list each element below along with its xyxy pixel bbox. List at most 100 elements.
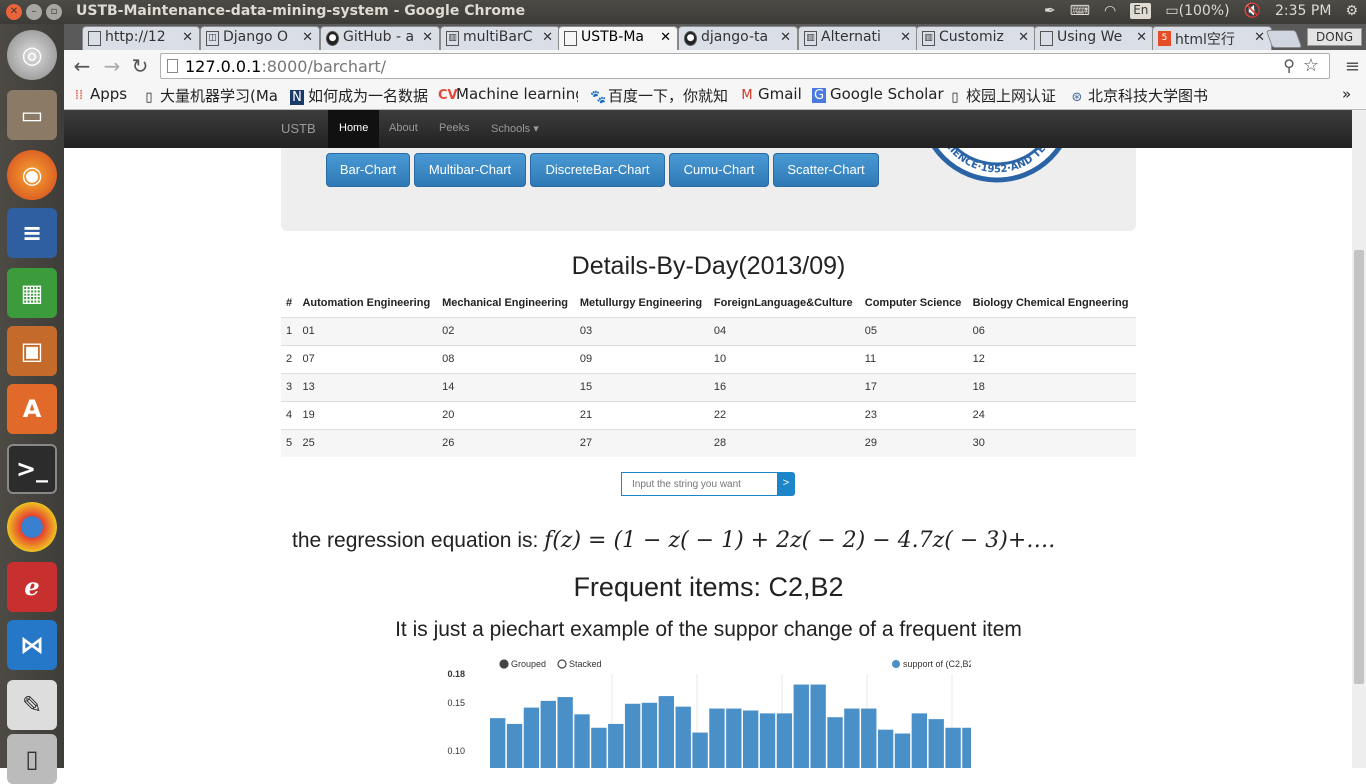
nav-home[interactable]: Home <box>328 110 380 148</box>
bookmark[interactable]: ⊛ 北京科技大学图书 <box>1070 85 1220 106</box>
bar[interactable] <box>675 706 691 768</box>
tab[interactable]: ▥ multiBarC ✕ <box>440 26 560 50</box>
tab-close-icon[interactable]: ✕ <box>1018 30 1029 45</box>
bookmark[interactable]: CVMachine learning <box>438 85 578 103</box>
tab[interactable]: ▥ Customiz ✕ <box>916 26 1036 50</box>
tab[interactable]: ◫ Django O ✕ <box>200 26 320 50</box>
bookmark[interactable]: G Google Scholar <box>812 85 944 103</box>
firefox-icon[interactable]: ◉ <box>7 150 57 200</box>
bar[interactable] <box>709 708 725 768</box>
tab-close-icon[interactable]: ✕ <box>542 30 553 45</box>
bar[interactable] <box>490 718 506 768</box>
bar[interactable] <box>759 713 776 768</box>
trash-icon[interactable]: ▯ <box>7 734 57 784</box>
pdf-reader-icon[interactable]: ℯ <box>7 562 57 612</box>
stacked-control-label[interactable]: Stacked <box>569 659 602 669</box>
grouped-control-label[interactable]: Grouped <box>511 659 546 669</box>
bookmark[interactable]: ▯ 校园上网认证 <box>948 85 1056 106</box>
menu-icon[interactable]: ≡ <box>1345 56 1360 77</box>
new-tab-button[interactable] <box>1265 30 1303 48</box>
navbar-brand[interactable]: USTB <box>281 121 316 136</box>
search-input[interactable] <box>621 472 778 496</box>
tab[interactable]: 5 html空行 ✕ <box>1152 26 1272 50</box>
bookmark[interactable]: ▯ 大量机器学习(Ma <box>142 85 278 106</box>
bar[interactable] <box>608 723 624 768</box>
files-icon[interactable]: ▭ <box>7 90 57 140</box>
stacked-radio-icon[interactable] <box>557 659 567 669</box>
bar[interactable] <box>658 696 675 768</box>
bar[interactable] <box>827 717 843 768</box>
bar[interactable] <box>776 713 793 768</box>
legend-label[interactable]: support of (C2,B2) <box>903 659 971 669</box>
tab-close-icon[interactable]: ✕ <box>660 30 671 45</box>
legend-swatch[interactable] <box>892 660 900 668</box>
tab-close-icon[interactable]: ✕ <box>1136 30 1147 45</box>
bar[interactable] <box>557 697 573 768</box>
vscode-icon[interactable]: ⋈ <box>7 620 57 670</box>
bar-chart-button[interactable]: Bar-Chart <box>326 153 410 187</box>
bookmarks-overflow-icon[interactable]: » <box>1342 85 1351 103</box>
tab-close-icon[interactable]: ✕ <box>1254 30 1265 45</box>
ubuntu-dash-icon[interactable]: ◎ <box>7 30 57 80</box>
reload-icon[interactable]: ↻ <box>126 54 154 78</box>
language-indicator[interactable]: En <box>1130 3 1152 19</box>
minimize-window-icon[interactable]: – <box>26 4 42 20</box>
tab[interactable]: ● django-ta ✕ <box>678 26 798 50</box>
tab-active[interactable]: USTB-Ma ✕ <box>558 26 678 50</box>
tab[interactable]: Using We ✕ <box>1034 26 1154 50</box>
search-submit-button[interactable]: > <box>777 472 795 496</box>
calc-icon[interactable]: ▦ <box>7 268 57 318</box>
bookmark[interactable]: 🐾 百度一下，你就知 <box>590 85 728 106</box>
settings-gear-icon[interactable]: ⚙ <box>1345 3 1358 19</box>
volume-icon[interactable]: 🔇 <box>1244 3 1261 19</box>
bar[interactable] <box>591 727 607 768</box>
bar[interactable] <box>692 732 708 768</box>
bookmark-apps[interactable]: ⁞⁞ Apps <box>72 85 127 103</box>
profile-button[interactable]: DONG <box>1307 28 1362 46</box>
address-bar[interactable]: 127.0.0.1:8000/barchart/ ⚲ ☆ <box>160 53 1330 79</box>
clock[interactable]: 2:35 PM <box>1275 3 1331 19</box>
tab[interactable]: ▥ Alternati ✕ <box>798 26 918 50</box>
bar[interactable] <box>726 708 742 768</box>
bar[interactable] <box>962 727 971 768</box>
pen-icon[interactable]: ✒ <box>1044 3 1056 19</box>
battery-indicator[interactable]: ▭(100%) <box>1165 3 1229 19</box>
page-info-icon[interactable] <box>167 59 178 73</box>
bar[interactable] <box>844 708 860 768</box>
forward-arrow-icon[interactable]: → <box>98 54 126 78</box>
tab-close-icon[interactable]: ✕ <box>182 30 193 45</box>
bar[interactable] <box>540 700 556 768</box>
bar[interactable] <box>506 723 523 768</box>
scatter-chart-button[interactable]: Scatter-Chart <box>773 153 879 187</box>
maximize-window-icon[interactable]: ▫ <box>46 4 62 20</box>
cumu-chart-button[interactable]: Cumu-Chart <box>669 153 769 187</box>
chrome-icon[interactable] <box>7 502 57 552</box>
bar[interactable] <box>574 714 590 768</box>
grouped-radio-icon[interactable] <box>499 659 509 669</box>
tab-close-icon[interactable]: ✕ <box>780 30 791 45</box>
bar[interactable] <box>810 684 826 768</box>
bar[interactable] <box>624 703 641 768</box>
impress-icon[interactable]: ▣ <box>7 326 57 376</box>
bar[interactable] <box>928 719 944 768</box>
keyboard-icon[interactable]: ⌨ <box>1070 3 1090 19</box>
bar[interactable] <box>911 713 928 768</box>
bookmark[interactable]: M Gmail <box>740 85 801 103</box>
bar[interactable] <box>743 710 759 768</box>
tab-close-icon[interactable]: ✕ <box>422 30 433 45</box>
bar[interactable] <box>793 684 809 768</box>
tab-close-icon[interactable]: ✕ <box>900 30 911 45</box>
bar[interactable] <box>861 708 877 768</box>
text-editor-icon[interactable]: ✎ <box>7 680 57 730</box>
tab[interactable]: ● GitHub - a ✕ <box>320 26 440 50</box>
software-center-icon[interactable]: A <box>7 384 57 434</box>
wifi-icon[interactable]: ◠ <box>1104 3 1116 19</box>
discretebar-chart-button[interactable]: DiscreteBar-Chart <box>530 153 665 187</box>
bookmark-star-icon[interactable]: ☆ <box>1303 55 1319 76</box>
bar[interactable] <box>894 733 911 768</box>
nav-peeks[interactable]: Peeks <box>439 122 470 134</box>
nav-schools-dropdown[interactable]: Schools ▾ <box>491 122 539 135</box>
tab-close-icon[interactable]: ✕ <box>302 30 313 45</box>
page-scrollbar[interactable] <box>1352 110 1366 768</box>
bar[interactable] <box>877 729 894 768</box>
